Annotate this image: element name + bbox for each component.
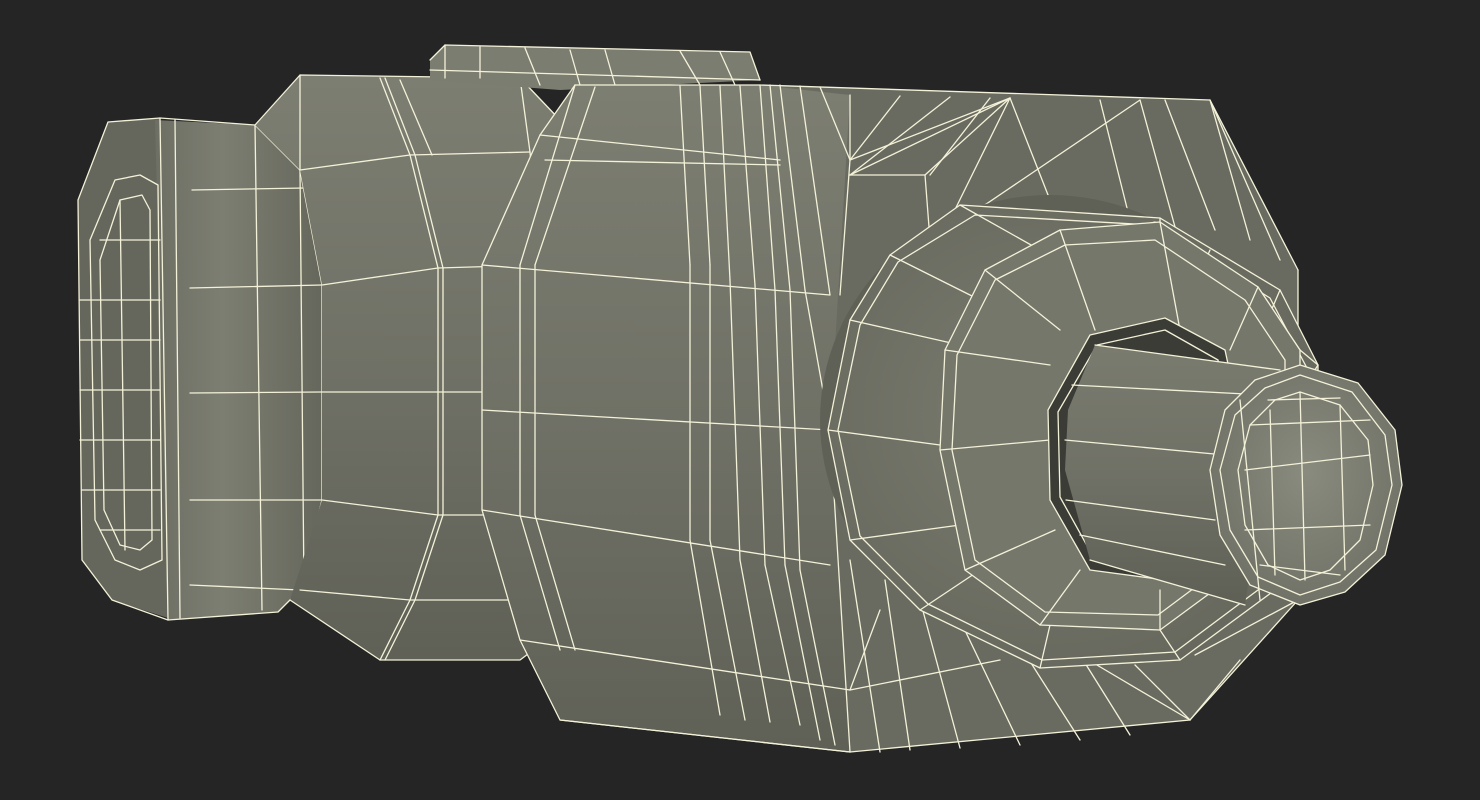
wireframe-render xyxy=(0,0,1480,800)
render-viewport xyxy=(0,0,1480,800)
left-hex-nut xyxy=(77,117,323,621)
